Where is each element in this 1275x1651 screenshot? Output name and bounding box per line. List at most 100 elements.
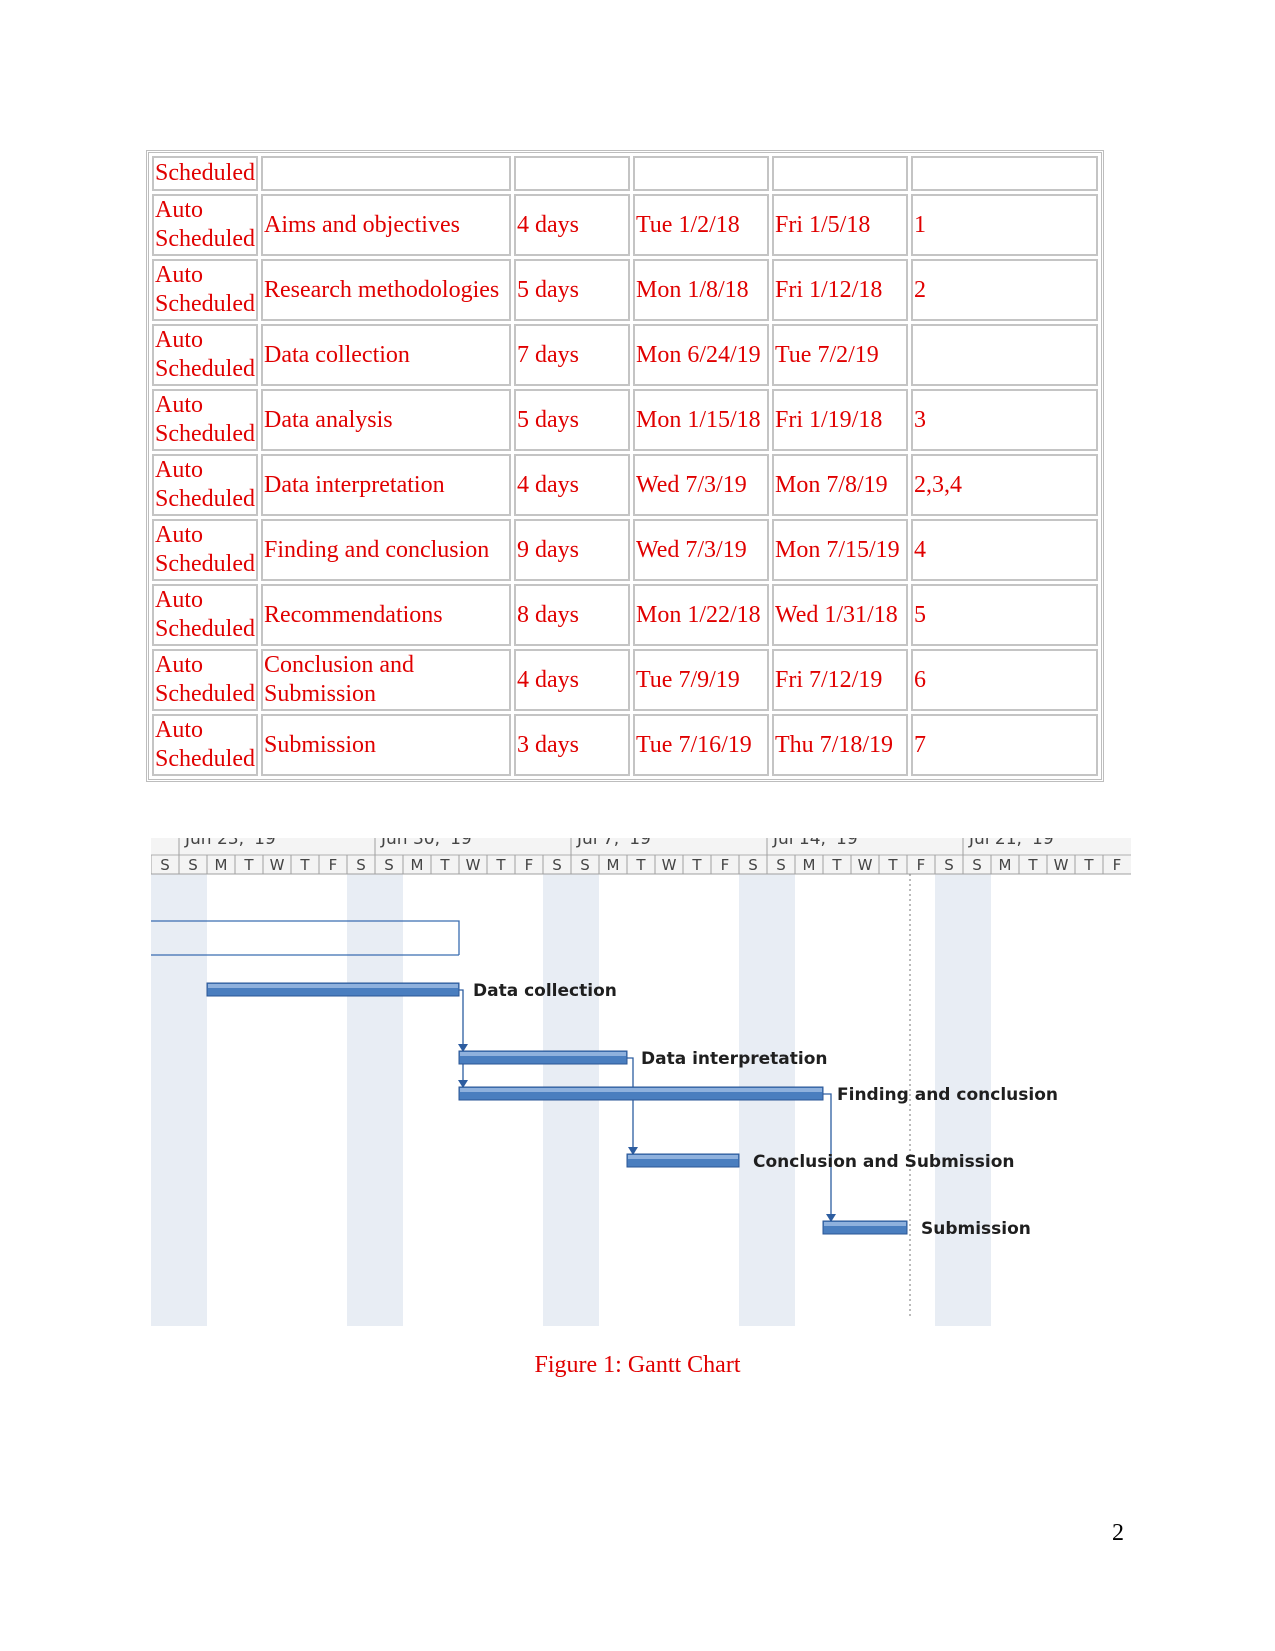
cell-pred: 1 xyxy=(910,194,1098,256)
cell-mode: Auto Scheduled xyxy=(152,194,258,256)
day-letter: F xyxy=(525,856,534,874)
day-letter: S xyxy=(552,856,562,874)
table-row: Auto Scheduled Recommendations 8 days Mon 1… xyxy=(152,584,1098,646)
cell-task: Recommendations xyxy=(260,584,511,646)
cell-finish: Fri 7/12/19 xyxy=(771,649,908,711)
day-letter: S xyxy=(944,856,954,874)
table-row: Auto Scheduled Submission 3 days Tue 7/16/1… xyxy=(152,714,1098,776)
weekend-shade xyxy=(347,874,375,1326)
cell-duration: 7 days xyxy=(513,324,630,386)
table-cell xyxy=(910,156,1098,191)
cell-pred: 2,3,4 xyxy=(910,454,1098,516)
week-label: Jul 14, '19 xyxy=(772,838,858,849)
gantt-bar-label: Data collection xyxy=(473,981,617,1001)
cell-duration: 9 days xyxy=(513,519,630,581)
day-letter: T xyxy=(635,856,646,874)
cell-mode: Auto Scheduled xyxy=(152,649,258,711)
day-letter: M xyxy=(803,856,816,874)
gantt-bar-label: Submission xyxy=(921,1219,1031,1239)
day-letter: F xyxy=(329,856,338,874)
week-label: Jun 30, '19 xyxy=(380,838,472,849)
cell-start: Tue 7/9/19 xyxy=(632,649,769,711)
cell-mode: Auto Scheduled xyxy=(152,259,258,321)
cell-pred: 3 xyxy=(910,389,1098,451)
cell-task: Aims and objectives xyxy=(260,194,511,256)
task-table: Scheduled Auto Scheduled Aims and objectiv… xyxy=(146,150,1104,782)
cell-start: Mon 1/8/18 xyxy=(632,259,769,321)
weekend-shade xyxy=(179,874,207,1326)
table-row: Auto Scheduled Data collection 7 days Mon 6… xyxy=(152,324,1098,386)
cell-duration: 4 days xyxy=(513,194,630,256)
cell-duration: 3 days xyxy=(513,714,630,776)
cell-finish: Thu 7/18/19 xyxy=(771,714,908,776)
table-row: Auto Scheduled Aims and objectives 4 days T… xyxy=(152,194,1098,256)
cell-start: Mon 6/24/19 xyxy=(632,324,769,386)
cell-pred: 6 xyxy=(910,649,1098,711)
cell-pred: 5 xyxy=(910,584,1098,646)
day-letter: M xyxy=(607,856,620,874)
cell-mode: Auto Scheduled xyxy=(152,519,258,581)
table-row: Auto Scheduled Data analysis 5 days Mon 1/1… xyxy=(152,389,1098,451)
gantt-bar-highlight xyxy=(208,984,458,988)
day-letter: W xyxy=(270,856,285,874)
cell-finish: Fri 1/5/18 xyxy=(771,194,908,256)
week-label: Jul 7, '19 xyxy=(576,838,651,849)
gantt-bar-highlight xyxy=(460,1088,822,1092)
table-cell xyxy=(260,156,511,191)
day-letter: M xyxy=(215,856,228,874)
day-letter: T xyxy=(887,856,898,874)
cell-start: Mon 1/15/18 xyxy=(632,389,769,451)
cell-start: Mon 1/22/18 xyxy=(632,584,769,646)
table-row: Auto Scheduled Research methodologies 5 da… xyxy=(152,259,1098,321)
dependency-line xyxy=(459,989,464,1087)
day-letter: T xyxy=(299,856,310,874)
cell-pred xyxy=(910,324,1098,386)
day-letter: T xyxy=(831,856,842,874)
day-letter: F xyxy=(721,856,730,874)
table-cell xyxy=(632,156,769,191)
table-cell xyxy=(771,156,908,191)
day-letter: S xyxy=(188,856,198,874)
cell-task: Data interpretation xyxy=(260,454,511,516)
day-letter: T xyxy=(1027,856,1038,874)
gantt-bar-highlight xyxy=(460,1052,626,1056)
cell-task: Research methodologies xyxy=(260,259,511,321)
cell-start: Tue 7/16/19 xyxy=(632,714,769,776)
week-label: Jul 21, '19 xyxy=(968,838,1054,849)
cell-task: Submission xyxy=(260,714,511,776)
gantt-bar-highlight xyxy=(824,1222,906,1226)
day-letter: T xyxy=(1083,856,1094,874)
cell-duration: 5 days xyxy=(513,259,630,321)
cell-finish: Mon 7/15/19 xyxy=(771,519,908,581)
cell-start: Wed 7/3/19 xyxy=(632,519,769,581)
table-cell xyxy=(513,156,630,191)
day-letter: S xyxy=(748,856,758,874)
cell-mode: Auto Scheduled xyxy=(152,389,258,451)
day-letter: S xyxy=(776,856,786,874)
weekend-shade xyxy=(151,874,179,1326)
cell-finish: Tue 7/2/19 xyxy=(771,324,908,386)
cell-pred: 2 xyxy=(910,259,1098,321)
cell-mode: Auto Scheduled xyxy=(152,584,258,646)
cell-duration: 4 days xyxy=(513,454,630,516)
day-letter: F xyxy=(917,856,926,874)
table-row: Auto Scheduled Conclusion and Submission 4… xyxy=(152,649,1098,711)
day-letter: T xyxy=(243,856,254,874)
cell-start: Tue 1/2/18 xyxy=(632,194,769,256)
cell-mode: Auto Scheduled xyxy=(152,324,258,386)
cell-task: Finding and conclusion xyxy=(260,519,511,581)
cell-task: Data analysis xyxy=(260,389,511,451)
cell-finish: Wed 1/31/18 xyxy=(771,584,908,646)
page-number: 2 xyxy=(1112,1520,1124,1546)
gantt-chart: Jun 23, '19 Jun 30, '19 Jul 7, '19 Jul 14, … xyxy=(151,838,1131,1326)
gantt-bar-highlight xyxy=(628,1155,738,1159)
figure-caption: Figure 1: Gantt Chart xyxy=(534,1352,741,1378)
cell-finish: Mon 7/8/19 xyxy=(771,454,908,516)
cell-finish: Fri 1/19/18 xyxy=(771,389,908,451)
cell-task: Conclusion and Submission xyxy=(260,649,511,711)
day-letter: W xyxy=(466,856,481,874)
day-letter: M xyxy=(411,856,424,874)
day-letter: W xyxy=(858,856,873,874)
day-letter: S xyxy=(384,856,394,874)
cell-mode: Auto Scheduled xyxy=(152,454,258,516)
